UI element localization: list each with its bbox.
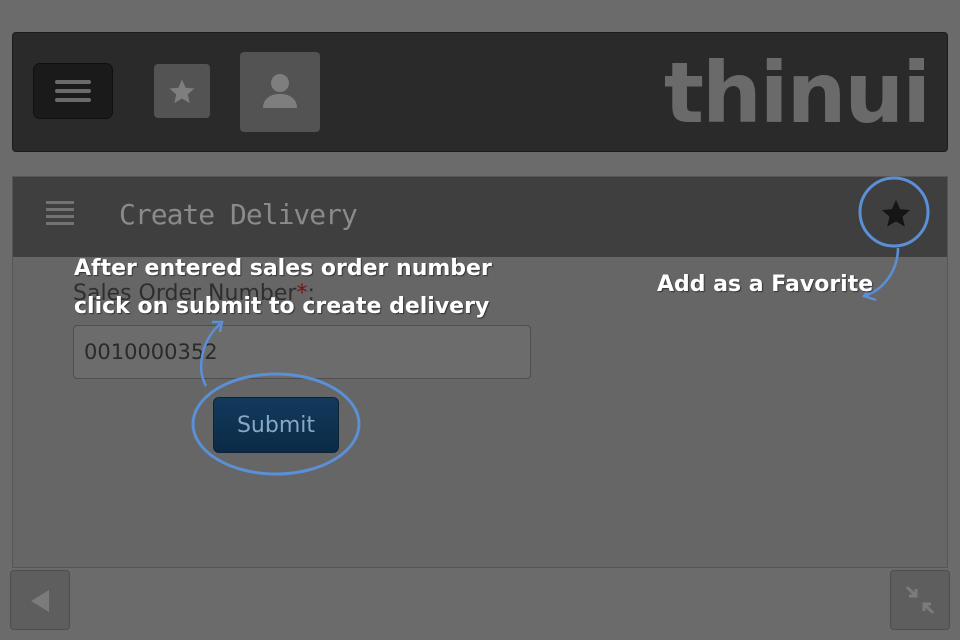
star-icon xyxy=(169,79,195,104)
submit-button[interactable]: Submit xyxy=(213,397,339,453)
profile-button[interactable] xyxy=(240,52,320,132)
add-favorite-button[interactable] xyxy=(879,197,913,231)
favorites-button[interactable] xyxy=(154,64,210,118)
favorite-note: Add as a Favorite xyxy=(657,272,874,297)
thinui-logo: thinui xyxy=(663,44,931,142)
collapse-button[interactable] xyxy=(890,570,950,630)
sales-order-input[interactable] xyxy=(73,325,531,379)
hamburger-icon xyxy=(55,80,91,84)
hamburger-icon-bar xyxy=(55,98,91,102)
create-delivery-panel: Create Delivery Sales Order Number*: Sub… xyxy=(12,176,948,568)
list-icon[interactable] xyxy=(46,201,74,229)
panel-title-bar: Create Delivery xyxy=(13,177,947,257)
instruction-note-line2: click on submit to create delivery xyxy=(74,294,490,319)
page-title: Create Delivery xyxy=(119,198,358,231)
star-icon xyxy=(881,199,911,227)
hamburger-icon-bar xyxy=(55,89,91,93)
collapse-icon xyxy=(905,585,935,615)
back-arrow-icon xyxy=(31,590,49,612)
main-menu-button[interactable] xyxy=(33,63,113,119)
instruction-note-line1: After entered sales order number xyxy=(74,256,492,281)
back-button[interactable] xyxy=(10,570,70,630)
app-header: thinui xyxy=(12,32,948,152)
user-icon xyxy=(263,74,297,108)
